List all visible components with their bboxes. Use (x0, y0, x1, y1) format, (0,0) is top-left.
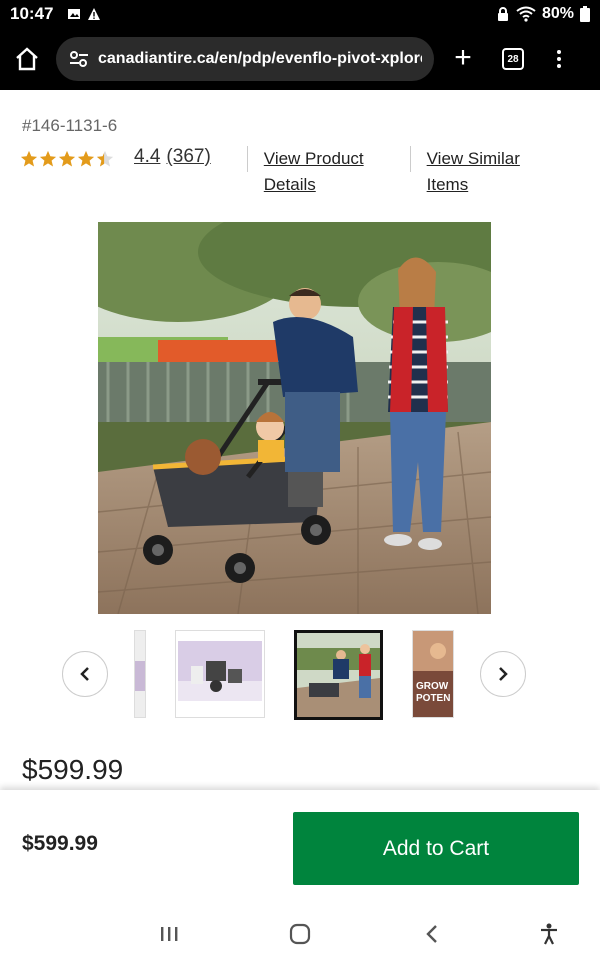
lock-icon (497, 7, 508, 21)
tab-switcher-button[interactable]: 28 (502, 48, 524, 70)
star-full-icon (77, 150, 95, 167)
star-rating (20, 150, 114, 168)
carousel-prev-button[interactable] (62, 651, 108, 697)
home-button[interactable] (10, 42, 44, 76)
product-price: $599.99 (22, 754, 124, 785)
rating-value[interactable]: 4.4 (134, 146, 160, 168)
browser-toolbar: canadiantire.ca/en/pdp/evenflo-pivot-xpl… (0, 28, 600, 90)
warning-icon (88, 8, 101, 20)
link-line: View Similar (426, 149, 520, 168)
star-full-icon (58, 150, 76, 167)
carousel-thumb[interactable]: GROW POTEN (412, 630, 454, 718)
new-tab-button[interactable]: + (448, 43, 478, 74)
sticky-add-to-cart-bar: $599.99 Add to Cart (0, 790, 600, 908)
carousel-thumb-active[interactable] (294, 630, 383, 720)
recents-icon (161, 927, 178, 941)
image-carousel: GROW POTEN (0, 628, 600, 724)
battery-percent: 80% (541, 5, 574, 22)
product-main-image[interactable] (98, 222, 491, 614)
view-similar-items-link[interactable]: View Similar Items (427, 146, 520, 198)
site-settings-icon[interactable] (68, 50, 90, 68)
thumb-text: GROW (416, 681, 449, 692)
back-icon (426, 925, 437, 943)
star-partial-icon (96, 150, 114, 167)
back-nav-button[interactable] (417, 920, 447, 948)
link-line: View Product (263, 149, 364, 168)
divider (409, 146, 411, 172)
status-time: 10:47 (10, 4, 54, 23)
carousel-thumb-partial[interactable] (134, 630, 146, 718)
star-full-icon (20, 150, 38, 167)
chevron-right-icon (499, 667, 508, 681)
system-navigation-bar (0, 908, 600, 960)
view-product-details-link[interactable]: View Product Details (264, 146, 364, 198)
link-line: Items (426, 175, 469, 194)
star-full-icon (39, 150, 57, 167)
image-icon (68, 9, 81, 19)
add-to-cart-button[interactable]: Add to Cart (293, 812, 579, 885)
home-nav-button[interactable] (285, 920, 315, 948)
accessibility-button[interactable] (534, 920, 564, 948)
chevron-left-icon (80, 667, 89, 681)
link-line: Details (263, 175, 316, 194)
carousel-next-button[interactable] (480, 651, 526, 697)
url-text: canadiantire.ca/en/pdp/evenflo-pivot-xpl… (98, 50, 422, 67)
status-bar: 10:47 80% (0, 0, 600, 28)
wifi-icon (516, 6, 536, 22)
overflow-menu-button[interactable] (554, 50, 564, 68)
accessibility-icon (541, 923, 557, 945)
home-icon (16, 47, 38, 71)
sticky-price: $599.99 (22, 832, 98, 855)
address-bar[interactable]: canadiantire.ca/en/pdp/evenflo-pivot-xpl… (56, 37, 434, 81)
recent-apps-button[interactable] (154, 920, 184, 948)
carousel-thumb[interactable] (175, 630, 265, 718)
product-sku: #146-1131-6 (22, 116, 118, 135)
divider (246, 146, 248, 172)
battery-icon (580, 6, 590, 22)
review-count-link[interactable]: (367) (166, 146, 210, 168)
home-circle-icon (289, 923, 311, 945)
rating-row: 4.4 (367) View Product Details View Simi… (20, 146, 520, 198)
thumb-text: POTEN (416, 693, 450, 704)
